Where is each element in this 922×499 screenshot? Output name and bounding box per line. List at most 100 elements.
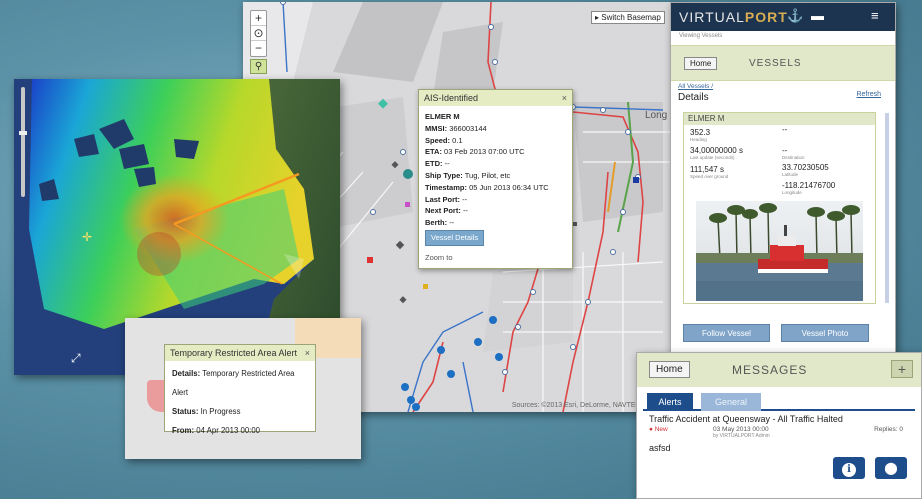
next-port-label: Next Port: [425,206,461,216]
stat-value: 33.70230505 [782,163,829,172]
vessels-panel: VIRTUALPORT ⚓ ▬ ≡ Viewing Vessels Home V… [670,2,896,356]
eta-value: 03 Feb 2013 07:00 UTC [444,147,525,157]
stat-label: Latitude [782,172,799,177]
berth-value: -- [449,218,455,228]
crane-icon[interactable]: ⚓ [787,8,803,24]
stat-value: 352.3 [690,128,711,137]
etd-label: ETD: [425,159,443,169]
alert-popup: Temporary Restricted Area Alert × Detail… [164,344,316,435]
status-badge-label: New [654,426,668,433]
header-subtitle: Viewing Vessels [679,33,723,39]
vessel-card: ELMER M 352.3 Heading -- 34,00000000 s Las… [683,112,876,304]
message-tabs: Alerts General [643,391,915,411]
logo-virtual: VIRTUAL [679,9,745,25]
alert-popup-header: Temporary Restricted Area Alert × [165,345,315,361]
alert-map: Temporary Restricted Area Alert × Detail… [125,318,361,459]
vessel-stats: 352.3 Heading -- 34,00000000 s Last update… [684,125,875,198]
message-item[interactable]: Traffic Accident at Queensway - All Traf… [637,411,921,461]
message-replies: Replies: 0 [874,426,903,433]
stat-secondary: -- [782,125,787,134]
messages-nav-bar: Home MESSAGES + [637,353,921,387]
app-header: VIRTUALPORT ⚓ ▬ ≡ [671,3,895,31]
speed-value: 0.1 [452,135,463,145]
stat-label: Speed over ground [690,174,729,179]
add-message-button[interactable]: + [891,360,913,378]
close-icon[interactable]: × [562,90,567,106]
stat-label: Last update (seconds) [690,155,735,160]
status-badge: ● New [649,426,668,433]
vessel-photo [696,201,863,301]
stat-value: -- [782,125,788,134]
switch-basemap-button[interactable]: ▸ Switch Basemap [591,11,665,24]
vessel-name: ELMER M [425,112,460,121]
zoom-to-link[interactable]: Zoom to [425,252,566,264]
stat-latitude: 33.70230505 Latitude [782,163,829,178]
stat-longitude: -118.21476700 Longitude [782,181,835,196]
etd-value: -- [444,159,450,169]
alert-details-label: Details: [172,369,201,378]
ais-popup-title: AIS-Identified [424,93,479,103]
svg-text:✛: ✛ [82,230,92,244]
alert-status-value: In Progress [200,407,241,416]
info-button[interactable]: i [833,457,865,479]
alert-status-label: Status: [172,407,199,416]
breadcrumb[interactable]: All Vessels / [678,83,713,90]
zoom-reset-icon[interactable]: ⊙ [251,26,266,41]
message-title[interactable]: Traffic Accident at Queensway - All Traf… [649,414,909,424]
search-icon[interactable]: ⚲ [250,59,267,74]
stat-heading: 352.3 Heading [690,128,710,143]
stat-label: Longitude [782,190,802,195]
mmsi-label: MMSI: [425,123,448,133]
map-attribution: Sources: ©2013 Esri, DeLorme, NAVTEQ [511,402,641,409]
vessel-photo-button[interactable]: Vessel Photo [781,324,869,342]
details-heading: Details [678,92,709,103]
tab-general[interactable]: General [701,393,761,411]
refresh-link[interactable]: Refresh [856,91,881,98]
switch-basemap-label: Switch Basemap [601,13,661,22]
scrollbar[interactable] [885,113,889,303]
zoom-out-button[interactable]: − [251,41,266,56]
ais-popup-header: AIS-Identified × [419,90,572,106]
location-button[interactable]: ⬤ [875,457,907,479]
stat-label: Destination [782,155,805,160]
timestamp-value: 05 Jun 2013 06:34 UTC [469,182,549,192]
ship-type-label: Ship Type: [425,170,463,180]
last-port-label: Last Port: [425,194,461,204]
zoom-control: + ⊙ − [250,10,267,57]
timestamp-label: Timestamp: [425,182,467,192]
zoom-slider[interactable] [19,87,27,197]
stat-speed: 111,547 s Speed over ground [690,165,728,180]
stat-value: -118.21476700 [782,181,836,190]
compass-icon: ⤢ [71,351,81,365]
message-body: asfsd [649,443,671,453]
last-port-value: -- [462,194,468,204]
alert-from-label: From: [172,426,195,435]
stat-value: 34,00000000 s [690,146,743,155]
menu-icon[interactable]: ≡ [871,8,879,23]
section-title: VESSELS [749,58,802,69]
vessel-card-title: ELMER M [684,113,875,125]
id-card-icon[interactable]: ▬ [811,8,824,23]
zoom-in-button[interactable]: + [251,11,266,26]
messages-title: MESSAGES [732,363,808,377]
close-icon[interactable]: × [305,345,310,361]
ais-popup: AIS-Identified × ELMER M MMSI: 366003144… [418,89,573,269]
follow-vessel-button[interactable]: Follow Vessel [683,324,770,342]
info-icon: i [842,463,856,477]
home-button[interactable]: Home [684,57,718,70]
stat-last-update: 34,00000000 s Last update (seconds) [690,146,743,161]
home-button[interactable]: Home [649,361,690,378]
tab-alerts[interactable]: Alerts [647,393,693,411]
message-date: 03 May 2013 00:00 [713,426,769,433]
alert-popup-title: Temporary Restricted Area Alert [170,348,298,358]
ship-type-value: Tug, Pilot, etc [464,170,511,180]
speed-label: Speed: [425,135,451,145]
stat-destination: -- Destination [782,146,805,161]
berth-label: Berth: [425,218,448,228]
vessel-details-button[interactable]: Vessel Details [425,229,485,246]
logo-port: PORT [744,9,788,25]
eta-label: ETA: [425,147,442,157]
next-port-value: -- [462,206,468,216]
mmsi-value: 366003144 [449,123,487,133]
message-author: by VIRTUALPORT Admin [713,433,770,439]
